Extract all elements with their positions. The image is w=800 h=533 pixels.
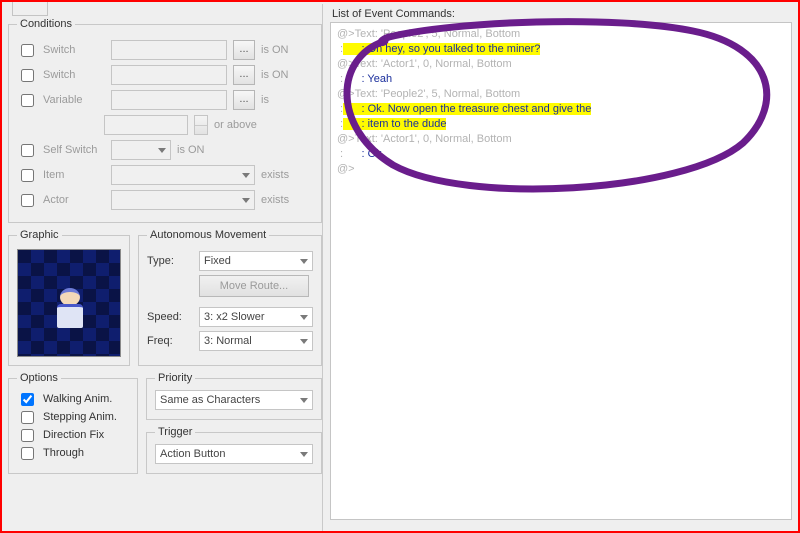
event-command-line[interactable]: @>Text: 'Actor1', 0, Normal, Bottom	[337, 57, 785, 72]
trigger-group: Trigger Action Button	[146, 426, 322, 474]
right-column: List of Event Commands: @>Text: 'People2…	[328, 4, 796, 531]
direction-fix-checkbox[interactable]	[21, 429, 34, 442]
switch1-browse-button[interactable]: ...	[233, 40, 255, 60]
selfswitch-label: Self Switch	[43, 144, 105, 156]
event-command-line[interactable]: : : Yeah	[337, 72, 785, 87]
options-legend: Options	[17, 372, 61, 384]
event-command-line[interactable]: @>Text: 'People2', 5, Normal, Bottom	[337, 27, 785, 42]
line-prefix: @>	[337, 28, 355, 40]
walking-anim-label: Walking Anim.	[43, 393, 112, 405]
event-command-line[interactable]: @>Text: 'Actor1', 0, Normal, Bottom	[337, 132, 785, 147]
line-command: Text: 'People2', 5, Normal, Bottom	[355, 88, 521, 100]
line-command: Text: 'Actor1', 0, Normal, Bottom	[355, 58, 512, 70]
variable-label: Variable	[43, 94, 105, 106]
variable-amount-spin-down[interactable]	[195, 126, 207, 135]
switch1-tail: is ON	[261, 44, 313, 56]
priority-combo[interactable]: Same as Characters	[155, 390, 313, 410]
line-dialogue: : Yeah	[343, 73, 392, 85]
switch2-tail: is ON	[261, 69, 313, 81]
options-group: Options Walking Anim. Stepping Anim. Dir…	[8, 372, 138, 474]
selfswitch-tail: is ON	[177, 144, 229, 156]
selfswitch-checkbox[interactable]	[21, 144, 34, 157]
event-command-line[interactable]: : : Ok. Now open the treasure chest and …	[337, 102, 785, 117]
priority-legend: Priority	[155, 372, 195, 384]
type-label: Type:	[147, 255, 191, 267]
line-dialogue: : Oh hey, so you talked to the miner?	[343, 43, 540, 55]
trigger-combo[interactable]: Action Button	[155, 444, 313, 464]
switch2-label: Switch	[43, 69, 105, 81]
variable-amount-tail: or above	[214, 119, 274, 131]
speed-label: Speed:	[147, 311, 191, 323]
line-prefix: @>	[337, 163, 355, 175]
event-command-list[interactable]: @>Text: 'People2', 5, Normal, Bottom : :…	[330, 22, 792, 520]
priority-group: Priority Same as Characters	[146, 372, 322, 420]
event-list-label: List of Event Commands:	[332, 8, 794, 20]
stepping-anim-label: Stepping Anim.	[43, 411, 117, 423]
direction-fix-label: Direction Fix	[43, 429, 104, 441]
actor-combo[interactable]	[111, 190, 255, 210]
switch2-field[interactable]	[111, 65, 227, 85]
stepping-anim-checkbox[interactable]	[21, 411, 34, 424]
event-command-line[interactable]: @>Text: 'People2', 5, Normal, Bottom	[337, 87, 785, 102]
line-dialogue: : Ok	[343, 148, 382, 160]
character-sprite	[52, 288, 88, 338]
variable-amount-spin-up[interactable]	[195, 116, 207, 126]
autonomous-movement-group: Autonomous Movement Type: Fixed Move Rou…	[138, 229, 322, 366]
switch1-label: Switch	[43, 44, 105, 56]
graphic-legend: Graphic	[17, 229, 62, 241]
switch2-checkbox[interactable]	[21, 69, 34, 82]
through-label: Through	[43, 447, 84, 459]
variable-field[interactable]	[111, 90, 227, 110]
left-column: Conditions Switch ... is ON Switch ... i…	[6, 4, 324, 531]
walking-anim-checkbox[interactable]	[21, 393, 34, 406]
line-dialogue: : item to the dude	[343, 118, 446, 130]
selfswitch-combo[interactable]	[111, 140, 171, 160]
actor-checkbox[interactable]	[21, 194, 34, 207]
graphic-group: Graphic	[8, 229, 130, 366]
item-combo[interactable]	[111, 165, 255, 185]
actor-label: Actor	[43, 194, 105, 206]
variable-browse-button[interactable]: ...	[233, 90, 255, 110]
trigger-legend: Trigger	[155, 426, 195, 438]
line-prefix: @>	[337, 58, 355, 70]
line-prefix: @>	[337, 133, 355, 145]
switch1-field[interactable]	[111, 40, 227, 60]
item-tail: exists	[261, 169, 313, 181]
speed-combo[interactable]: 3: x2 Slower	[199, 307, 313, 327]
through-checkbox[interactable]	[21, 447, 34, 460]
line-dialogue: : Ok. Now open the treasure chest and gi…	[343, 103, 591, 115]
variable-amount-field[interactable]	[104, 115, 188, 135]
event-command-line[interactable]: : : Oh hey, so you talked to the miner?	[337, 42, 785, 57]
variable-tail: is	[261, 94, 313, 106]
graphic-preview[interactable]	[17, 249, 121, 357]
freq-combo[interactable]: 3: Normal	[199, 331, 313, 351]
line-prefix: @>	[337, 88, 355, 100]
line-command: Text: 'Actor1', 0, Normal, Bottom	[355, 133, 512, 145]
switch2-browse-button[interactable]: ...	[233, 65, 255, 85]
event-command-line[interactable]: @>	[337, 162, 785, 177]
move-route-button[interactable]: Move Route...	[199, 275, 309, 297]
event-command-line[interactable]: : : item to the dude	[337, 117, 785, 132]
event-command-line[interactable]: : : Ok	[337, 147, 785, 162]
item-checkbox[interactable]	[21, 169, 34, 182]
switch1-checkbox[interactable]	[21, 44, 34, 57]
freq-label: Freq:	[147, 335, 191, 347]
conditions-group: Conditions Switch ... is ON Switch ... i…	[8, 18, 322, 223]
item-label: Item	[43, 169, 105, 181]
conditions-legend: Conditions	[17, 18, 75, 30]
variable-checkbox[interactable]	[21, 94, 34, 107]
line-command: Text: 'People2', 5, Normal, Bottom	[355, 28, 521, 40]
actor-tail: exists	[261, 194, 313, 206]
type-combo[interactable]: Fixed	[199, 251, 313, 271]
editor-window: Conditions Switch ... is ON Switch ... i…	[0, 0, 800, 533]
autonomous-legend: Autonomous Movement	[147, 229, 269, 241]
